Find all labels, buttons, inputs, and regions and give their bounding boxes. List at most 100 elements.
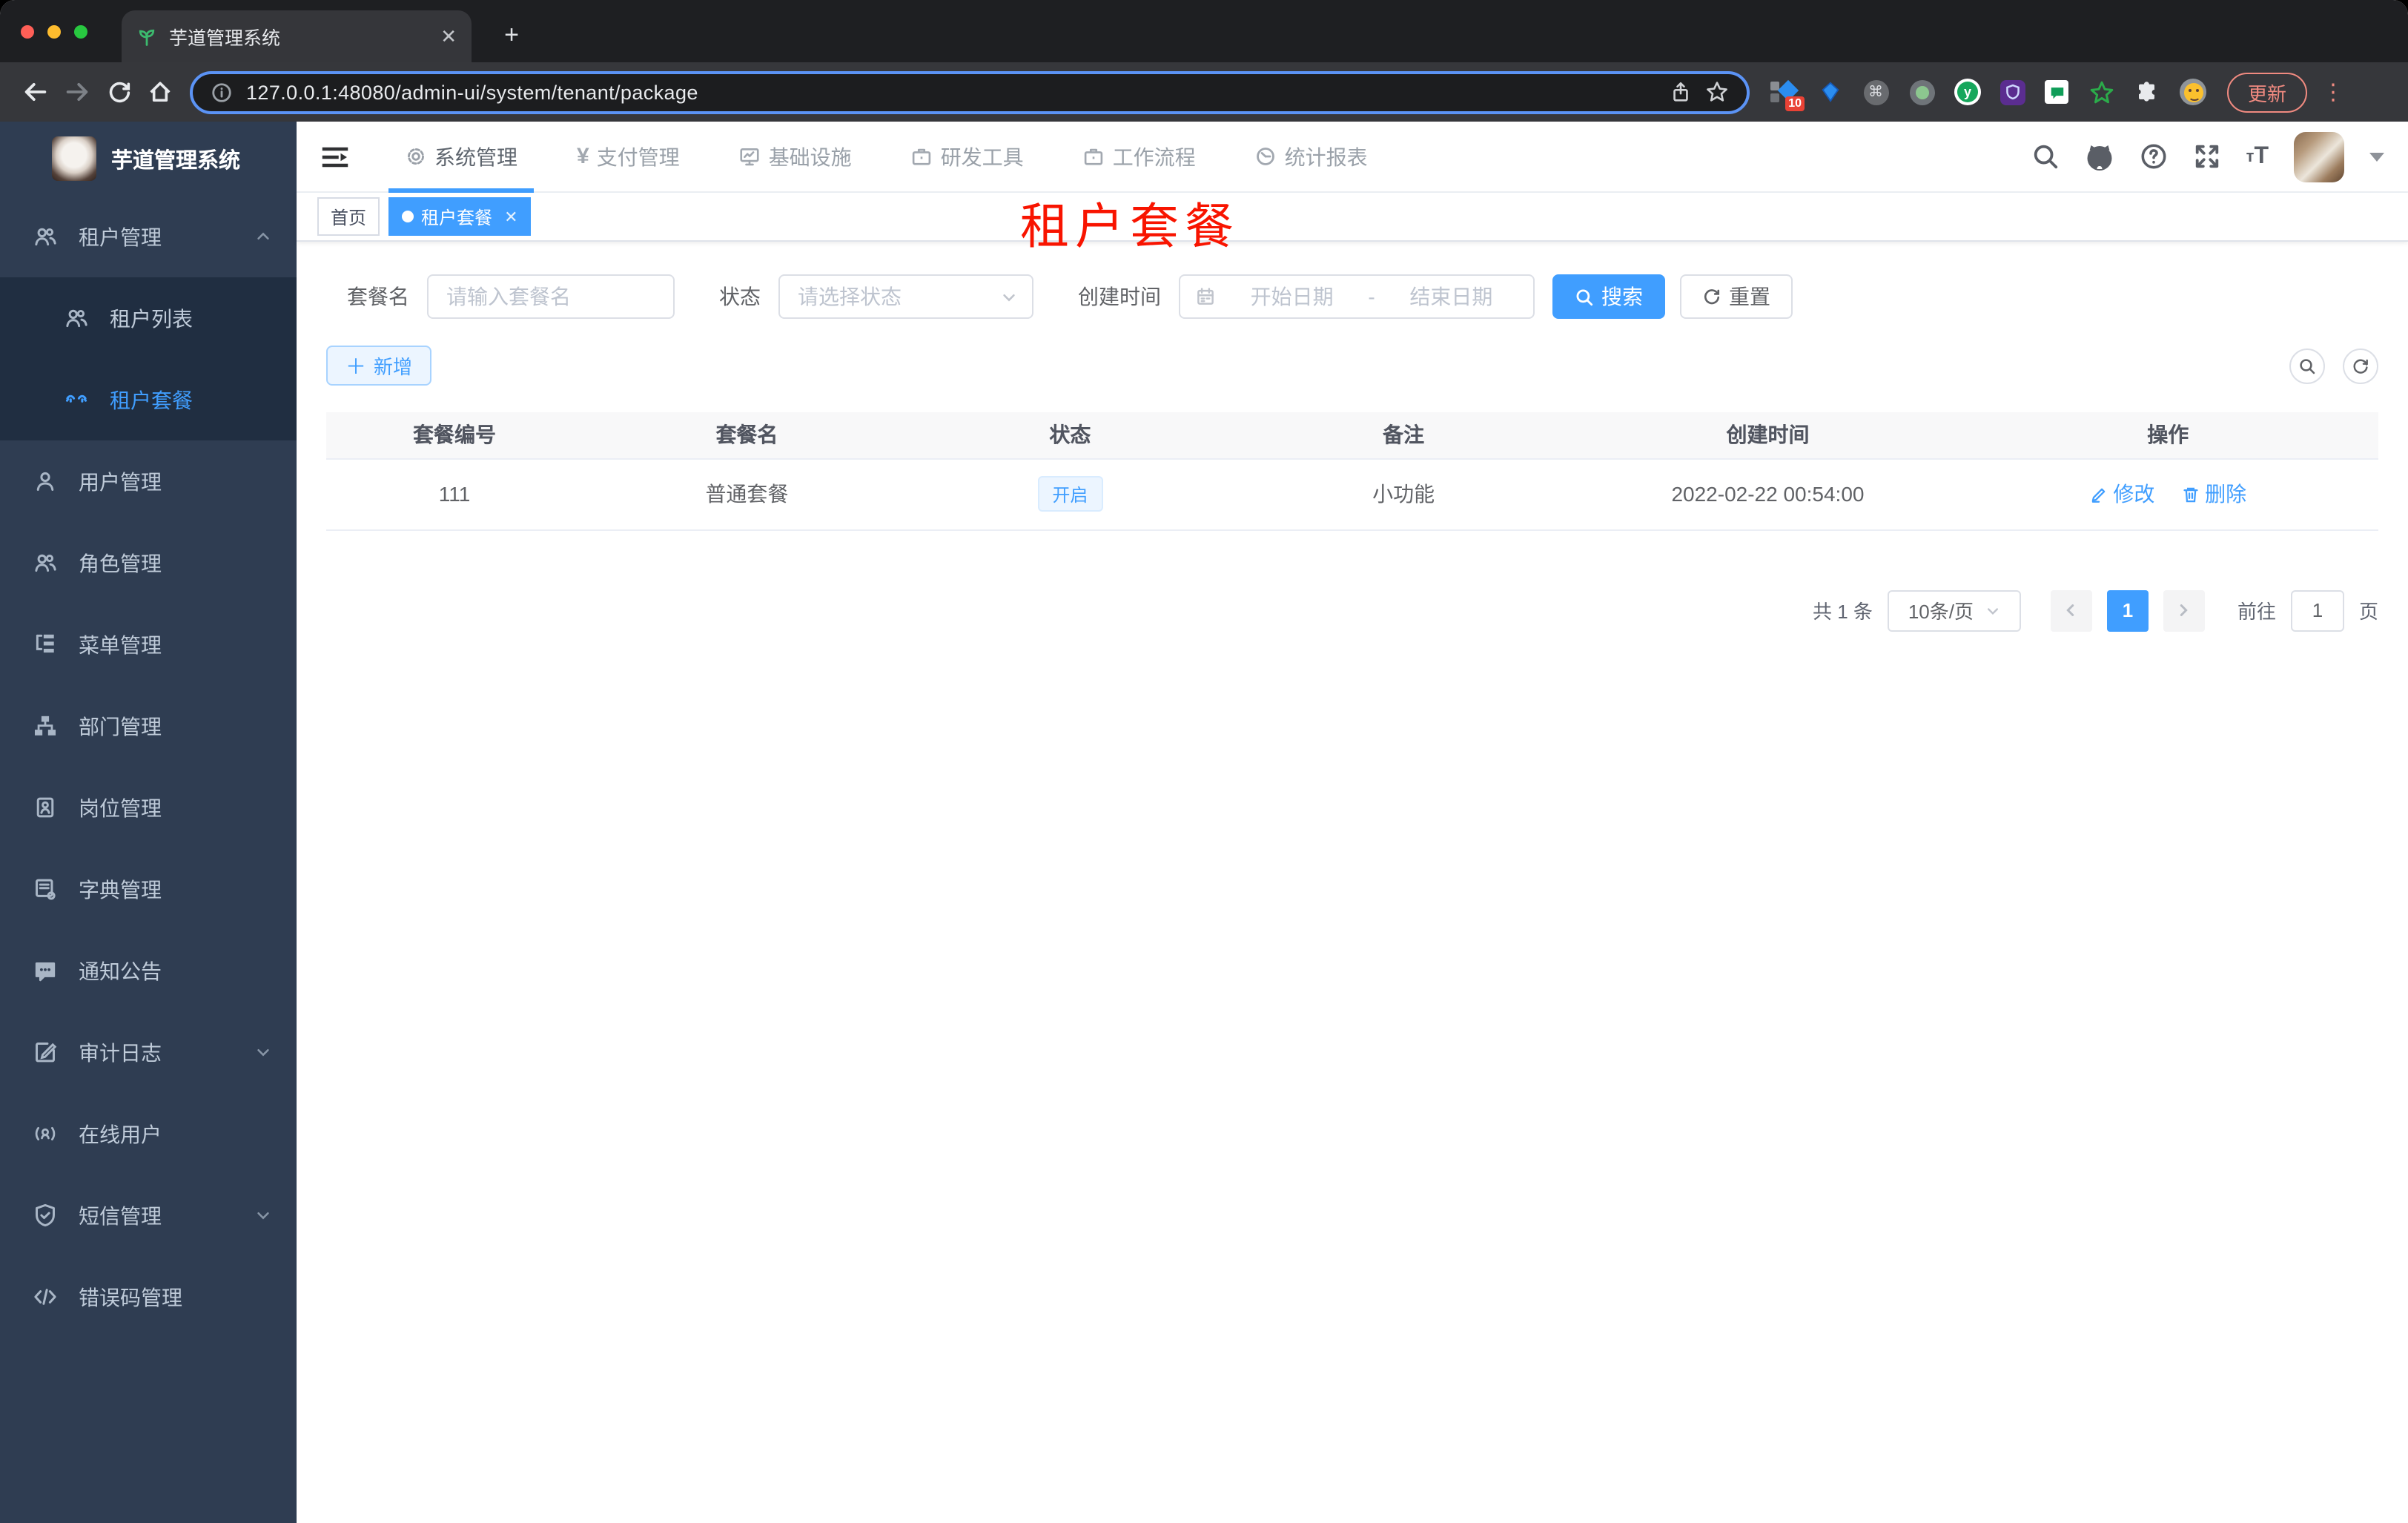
ext-gem-icon[interactable] xyxy=(1816,79,1843,105)
chevron-down-icon xyxy=(255,1207,271,1223)
status-select-placeholder: 请选择状态 xyxy=(798,285,902,308)
zoom-window-button[interactable] xyxy=(74,25,87,39)
chevron-down-icon xyxy=(1985,603,2000,618)
home-icon[interactable] xyxy=(139,71,181,113)
peoples-icon xyxy=(64,387,90,412)
ext-shield-icon[interactable] xyxy=(2000,79,2025,105)
sidebar-item-role-management[interactable]: 角色管理 xyxy=(0,522,297,604)
url-bar[interactable]: 127.0.0.1:48080/admin-ui/system/tenant/p… xyxy=(190,70,1750,113)
reset-button[interactable]: 重置 xyxy=(1680,274,1793,319)
add-button-label: 新增 xyxy=(374,356,413,378)
page-size-select[interactable]: 10条/页 xyxy=(1887,589,2021,631)
back-icon[interactable] xyxy=(15,71,56,113)
gear-icon xyxy=(405,145,427,168)
status-badge: 开启 xyxy=(1037,476,1103,512)
sidebar-item-dept-management[interactable]: 部门管理 xyxy=(0,685,297,767)
prev-page-button[interactable] xyxy=(2050,589,2092,631)
tag-home[interactable]: 首页 xyxy=(317,197,380,236)
sidebar-item-label: 字典管理 xyxy=(79,877,162,901)
minimize-window-button[interactable] xyxy=(47,25,61,39)
table-header-row: 套餐编号 套餐名 状态 备注 创建时间 操作 xyxy=(326,412,2378,459)
ext-star-icon[interactable] xyxy=(2088,79,2114,105)
sidebar-item-label: 短信管理 xyxy=(79,1203,162,1227)
edit-link[interactable]: 修改 xyxy=(2089,479,2154,509)
top-menu-label: 系统管理 xyxy=(434,145,517,168)
sidebar-item-label: 角色管理 xyxy=(79,551,162,575)
bookmark-star-icon[interactable] xyxy=(1705,80,1729,104)
current-page-button[interactable]: 1 xyxy=(2106,589,2149,631)
top-menu-label: 基础设施 xyxy=(768,145,852,168)
sidebar-logo[interactable]: 芋道管理系统 xyxy=(0,122,297,196)
site-info-icon[interactable] xyxy=(211,81,233,103)
avatar-caret-icon[interactable] xyxy=(2369,152,2384,161)
forward-icon[interactable] xyxy=(56,71,98,113)
sidebar-item-audit-log[interactable]: 审计日志 xyxy=(0,1011,297,1093)
sidebar-item-post-management[interactable]: 岗位管理 xyxy=(0,767,297,848)
url-text[interactable]: 127.0.0.1:48080/admin-ui/system/tenant/p… xyxy=(246,81,1656,103)
top-menu-pay[interactable]: ¥ 支付管理 xyxy=(560,121,696,192)
browser-tab[interactable]: 芋道管理系统 ✕ xyxy=(122,10,472,62)
add-button[interactable]: ＋ 新增 xyxy=(326,346,432,386)
chrome-update-button[interactable]: 更新 xyxy=(2227,72,2308,112)
sidebar-item-notice[interactable]: 通知公告 xyxy=(0,930,297,1011)
tag-close-icon[interactable]: ✕ xyxy=(504,207,517,226)
online-broadcast-icon xyxy=(33,1121,59,1146)
sidebar-item-error-code[interactable]: 错误码管理 xyxy=(0,1256,297,1338)
tags-bar: 首页 租户套餐 ✕ xyxy=(297,193,2408,242)
ext-tabs-icon[interactable]: 10 xyxy=(1770,79,1805,111)
date-range-picker[interactable]: 开始日期 - 结束日期 xyxy=(1179,274,1535,319)
question-icon[interactable] xyxy=(2140,142,2168,171)
delete-link-label: 删除 xyxy=(2205,482,2247,506)
avatar[interactable] xyxy=(2294,131,2344,182)
sidebar-item-tenant-list[interactable]: 租户列表 xyxy=(0,277,297,359)
ext-chat-icon[interactable] xyxy=(2045,80,2068,104)
close-window-button[interactable] xyxy=(21,25,34,39)
goto-page-input[interactable] xyxy=(2290,589,2344,631)
sidebar-item-dict-management[interactable]: 字典管理 xyxy=(0,848,297,930)
sidebar-item-online-users[interactable]: 在线用户 xyxy=(0,1093,297,1175)
search-button[interactable]: 搜索 xyxy=(1552,274,1665,319)
refresh-table-button[interactable] xyxy=(2343,348,2378,383)
delete-link[interactable]: 删除 xyxy=(2181,479,2246,509)
top-menu-system[interactable]: 系统管理 xyxy=(388,121,534,192)
col-package-id: 套餐编号 xyxy=(326,412,583,459)
action-row: ＋ 新增 xyxy=(326,346,2378,386)
col-package-name: 套餐名 xyxy=(583,412,911,459)
package-name-input[interactable] xyxy=(427,274,675,319)
status-select[interactable]: 请选择状态 xyxy=(778,274,1033,319)
github-icon[interactable] xyxy=(2085,142,2114,171)
top-menu-infra[interactable]: 基础设施 xyxy=(723,121,868,192)
users-icon xyxy=(33,224,59,249)
date-separator: - xyxy=(1368,285,1375,308)
ext-command-icon[interactable]: ⌘ xyxy=(1862,79,1889,105)
sidebar-item-user-management[interactable]: 用户管理 xyxy=(0,440,297,522)
browser-toolbar: 127.0.0.1:48080/admin-ui/system/tenant/p… xyxy=(0,62,2408,122)
ext-y-icon[interactable]: y xyxy=(1954,79,1981,105)
fullscreen-icon[interactable] xyxy=(2193,142,2221,171)
sidebar-item-tenant-management[interactable]: 租户管理 xyxy=(0,196,297,277)
extensions-puzzle-icon[interactable] xyxy=(2134,79,2160,105)
share-icon[interactable] xyxy=(1670,81,1692,103)
top-menu-report[interactable]: 统计报表 xyxy=(1239,121,1384,192)
chrome-menu-icon[interactable]: ⋮ xyxy=(2322,79,2344,105)
tag-tenant-package[interactable]: 租户套餐 ✕ xyxy=(388,197,532,236)
sidebar-item-sms-management[interactable]: 短信管理 xyxy=(0,1175,297,1256)
show-search-button[interactable] xyxy=(2289,348,2325,383)
reload-icon[interactable] xyxy=(98,71,139,113)
next-page-button[interactable] xyxy=(2163,589,2205,631)
top-menu-workflow[interactable]: 工作流程 xyxy=(1067,121,1212,192)
sidebar-item-tenant-package[interactable]: 租户套餐 xyxy=(0,359,297,440)
top-menu-dev-tools[interactable]: 研发工具 xyxy=(895,121,1040,192)
font-size-icon[interactable]: тT xyxy=(2246,143,2269,170)
top-menu-label: 工作流程 xyxy=(1112,145,1196,168)
ext-smiley-icon[interactable] xyxy=(2180,79,2206,105)
tab-close-icon[interactable]: ✕ xyxy=(440,24,457,48)
search-icon[interactable] xyxy=(2031,142,2060,171)
yen-icon: ¥ xyxy=(577,144,589,169)
tag-label: 租户套餐 xyxy=(421,207,493,228)
sidebar-collapse-icon[interactable] xyxy=(320,142,350,171)
new-tab-button[interactable]: + xyxy=(492,16,531,55)
sidebar-item-menu-management[interactable]: 菜单管理 xyxy=(0,604,297,685)
ext-recorder-icon[interactable] xyxy=(1908,79,1935,105)
sidebar-item-label: 租户套餐 xyxy=(110,388,193,412)
